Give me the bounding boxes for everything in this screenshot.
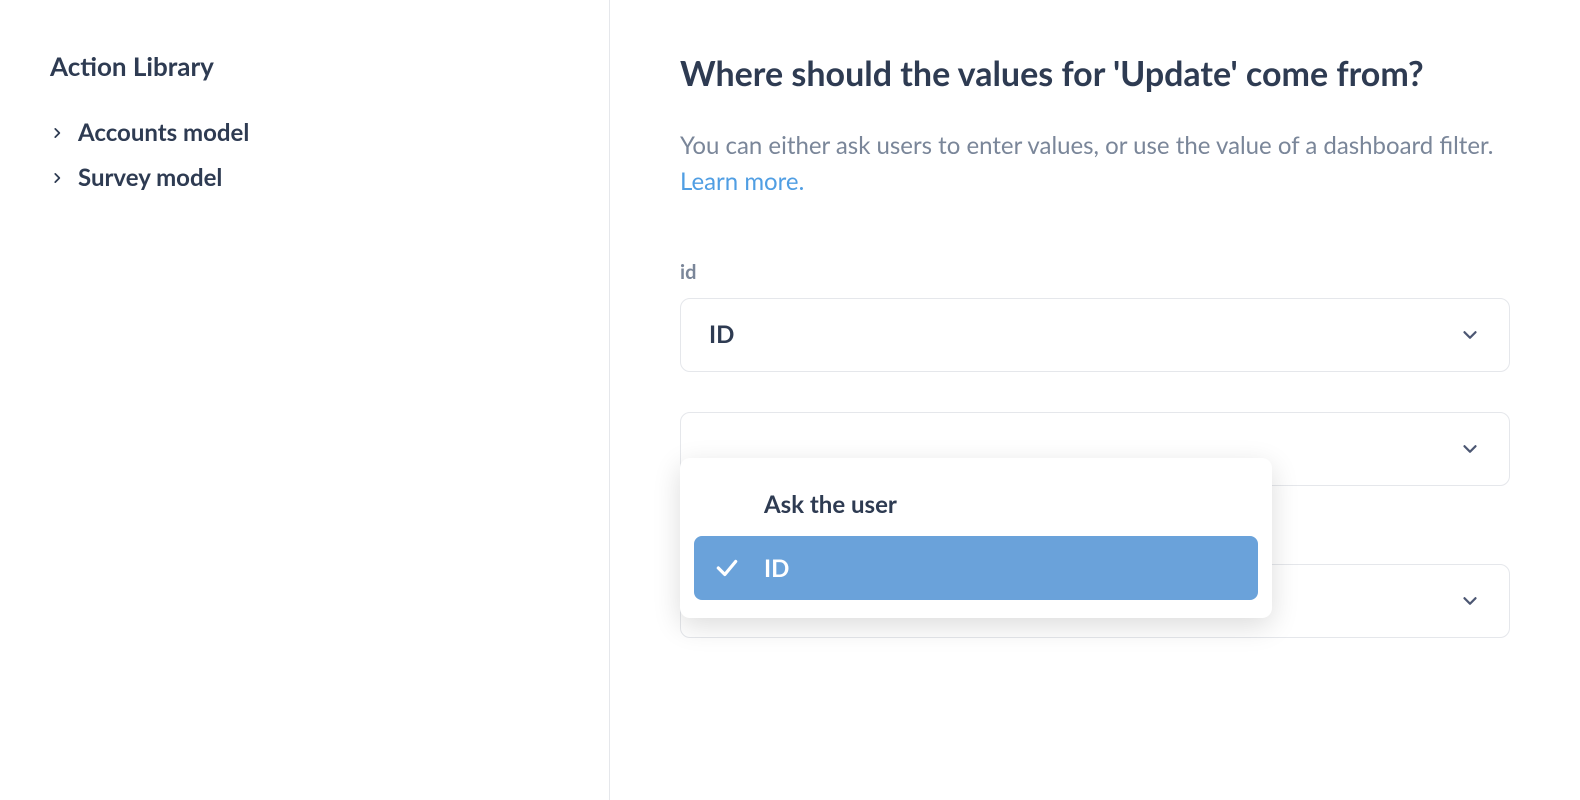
dropdown-option-ask-the-user[interactable]: Ask the user	[694, 472, 1258, 536]
dropdown-option-label: Ask the user	[764, 490, 897, 519]
select-value: ID	[709, 320, 734, 349]
chevron-down-icon	[1459, 324, 1481, 346]
description-text: You can either ask users to enter values…	[680, 131, 1493, 160]
sidebar-item-survey-model[interactable]: Survey model	[50, 155, 559, 200]
chevron-right-icon	[50, 171, 64, 185]
select-id[interactable]: ID	[680, 298, 1510, 372]
sidebar-item-accounts-model[interactable]: Accounts model	[50, 110, 559, 155]
main-panel: Where should the values for 'Update' com…	[610, 0, 1580, 800]
sidebar-item-label: Accounts model	[78, 118, 249, 147]
sidebar-item-label: Survey model	[78, 163, 222, 192]
dropdown-option-label: ID	[764, 554, 789, 583]
field-group-id: id ID	[680, 260, 1510, 372]
sidebar: Action Library Accounts model Survey mod…	[0, 0, 610, 800]
dropdown-menu: Ask the user ID	[680, 458, 1272, 618]
check-icon	[714, 555, 764, 581]
chevron-down-icon	[1459, 590, 1481, 612]
field-label: id	[680, 260, 1510, 284]
sidebar-title: Action Library	[50, 50, 559, 82]
learn-more-link[interactable]: Learn more.	[680, 167, 804, 196]
dropdown-option-id[interactable]: ID	[694, 536, 1258, 600]
page-title: Where should the values for 'Update' com…	[680, 50, 1510, 98]
chevron-down-icon	[1459, 438, 1481, 460]
page-description: You can either ask users to enter values…	[680, 128, 1510, 200]
chevron-right-icon	[50, 126, 64, 140]
